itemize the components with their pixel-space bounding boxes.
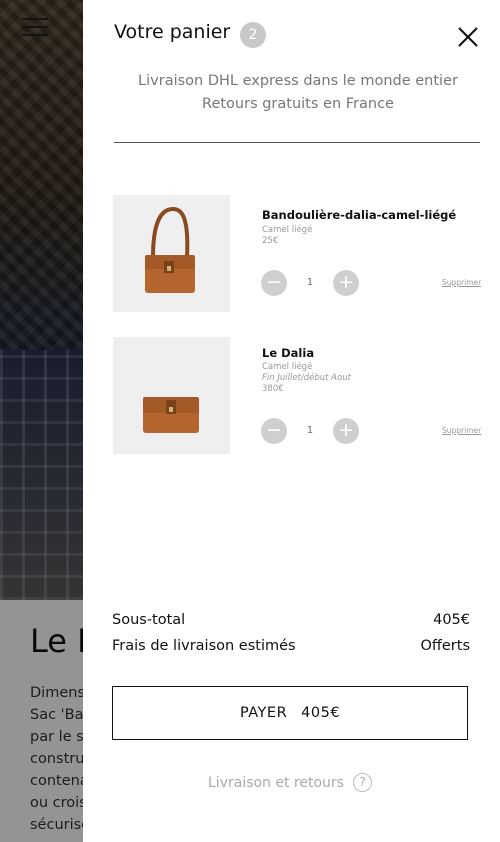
delivery-value: Offerts [420, 638, 470, 654]
delivery-returns-link[interactable]: Livraison et retours [208, 775, 344, 791]
item-name[interactable]: Bandoulière-dalia-camel-liégé [262, 208, 456, 222]
decrease-quantity-button[interactable]: − [261, 418, 287, 444]
cart-count-badge: 2 [240, 22, 266, 48]
close-icon[interactable] [457, 26, 479, 48]
pay-label: PAYER [239, 705, 288, 721]
item-name[interactable]: Le Dalia [262, 346, 314, 360]
item-color: Camel liégé [262, 362, 313, 372]
pay-button[interactable]: PAYER 405€ [112, 686, 468, 740]
cart-drawer: Votre panier 2 Livraison DHL express dan… [83, 0, 500, 842]
increase-quantity-button[interactable]: + [333, 418, 359, 444]
increase-quantity-button[interactable]: + [333, 270, 359, 296]
decrease-quantity-button[interactable]: − [261, 270, 287, 296]
delivery-row: Frais de livraison estimés Offerts [112, 638, 470, 654]
shipping-info: Livraison DHL express dans le monde enti… [138, 73, 458, 112]
pay-amount: 405€ [301, 705, 341, 721]
cart-item: Le Dalia Camel liégé Fin Juillet/début A… [113, 337, 481, 455]
divider [114, 142, 480, 143]
subtotal-label: Sous-total [112, 612, 186, 628]
product-image[interactable] [113, 337, 230, 454]
remove-item-link[interactable]: Supprimer [442, 426, 481, 435]
item-availability-note: Fin Juillet/début Aout [262, 373, 351, 383]
item-price: 25€ [262, 236, 279, 246]
item-color: Camel liégé [262, 225, 313, 235]
help-icon[interactable]: ? [353, 773, 372, 792]
cart-item: Bandoulière-dalia-camel-liégé Camel liég… [113, 195, 481, 313]
item-price: 380€ [262, 384, 284, 394]
delivery-label: Frais de livraison estimés [112, 638, 296, 654]
quantity-value: 1 [306, 277, 314, 288]
remove-item-link[interactable]: Supprimer [442, 278, 481, 287]
product-image[interactable] [113, 195, 230, 312]
subtotal-value: 405€ [433, 612, 470, 628]
cart-title: Votre panier [114, 21, 231, 43]
subtotal-row: Sous-total 405€ [112, 612, 470, 628]
quantity-value: 1 [306, 425, 314, 436]
